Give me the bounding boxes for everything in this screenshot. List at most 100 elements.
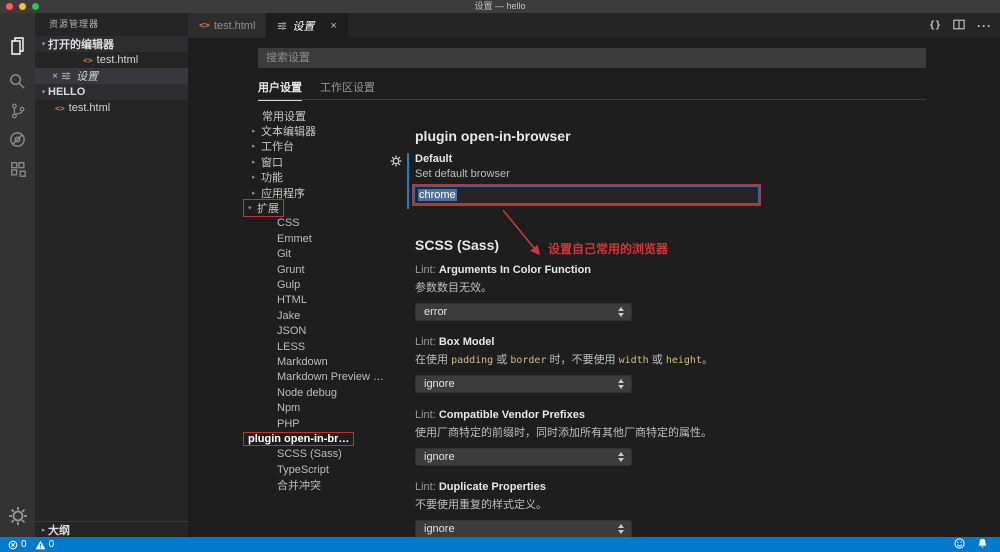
setting-description: Set default browser xyxy=(415,168,775,180)
open-editor-item-settings[interactable]: × 设置 xyxy=(35,68,188,84)
settings-tree-item[interactable]: ▸工作台 xyxy=(248,139,418,154)
lint-value-select[interactable]: ignore xyxy=(415,448,632,466)
settings-tree-item[interactable]: ▸应用程序 xyxy=(248,185,418,200)
settings-tree-item[interactable]: Node debug xyxy=(248,385,418,400)
modified-setting-indicator xyxy=(407,153,409,209)
notifications-bell-icon[interactable] xyxy=(977,538,988,552)
explorer-files-icon[interactable] xyxy=(0,31,35,59)
settings-tree-item[interactable]: LESS xyxy=(248,339,418,354)
settings-tree-item[interactable]: SCSS (Sass) xyxy=(248,447,418,462)
tab-settings[interactable]: 设置 × xyxy=(266,13,347,38)
select-updown-icon xyxy=(618,452,624,462)
tab-testhtml[interactable]: <> test.html xyxy=(188,13,266,38)
default-browser-input[interactable]: chrome xyxy=(414,186,759,204)
tree-item-label: Markdown xyxy=(277,356,328,368)
plugin-section-heading: plugin open-in-browser xyxy=(415,128,571,144)
settings-tree-item[interactable]: ▸文本编辑器 xyxy=(248,123,418,138)
settings-tree-item[interactable]: JSON xyxy=(248,323,418,338)
tree-item-label: JSON xyxy=(277,325,306,337)
tree-item-label: 扩展 xyxy=(257,200,279,216)
settings-tree-item[interactable]: Markdown Preview … xyxy=(248,370,418,385)
search-icon[interactable] xyxy=(0,67,35,95)
settings-panel: plugin open-in-browser Default Set defau… xyxy=(415,13,955,537)
feedback-smiley-icon[interactable] xyxy=(954,538,965,552)
debug-icon[interactable] xyxy=(0,125,35,153)
tree-item-label: PHP xyxy=(277,418,300,430)
more-actions-icon[interactable]: ··· xyxy=(977,19,992,33)
settings-tree-item[interactable]: PHP xyxy=(248,416,418,431)
tab-user-settings[interactable]: 用户设置 xyxy=(258,79,302,101)
tree-collapsed-icon: ▸ xyxy=(252,142,261,150)
tab-workspace-settings[interactable]: 工作区设置 xyxy=(320,79,375,101)
tree-item-label: Gulp xyxy=(277,279,300,291)
annotation-note: 设置自己常用的浏览器 xyxy=(548,240,668,257)
code-token: border xyxy=(510,355,546,366)
tree-item-label: Npm xyxy=(277,402,300,414)
tree-item-label: Markdown Preview … xyxy=(277,371,384,383)
tree-item-label: TypeScript xyxy=(277,464,329,476)
settings-tree-item[interactable]: plugin open-in-br… xyxy=(248,431,418,446)
file-item-testhtml[interactable]: <> test.html xyxy=(35,100,188,116)
folder-section-header[interactable]: ▾ HELLO xyxy=(35,84,188,100)
tree-item-label: CSS xyxy=(277,217,300,229)
open-editor-item-testhtml[interactable]: <> test.html xyxy=(35,52,188,68)
tree-item-label: 功能 xyxy=(261,169,283,185)
tree-item-label: 合并冲突 xyxy=(277,477,321,493)
select-value: error xyxy=(424,306,447,318)
tree-item-label: plugin open-in-br… xyxy=(248,433,349,445)
error-icon xyxy=(8,540,18,550)
lint-setting-block: Lint: Compatible Vendor Prefixes使用厂商特定的前… xyxy=(415,409,835,466)
settings-tree-item[interactable]: TypeScript xyxy=(248,462,418,477)
settings-tree-item[interactable]: Git xyxy=(248,247,418,262)
lint-setting-name: Lint: Box Model xyxy=(415,336,835,348)
settings-tree-item[interactable]: Jake xyxy=(248,308,418,323)
settings-tree-item[interactable]: Emmet xyxy=(248,231,418,246)
activity-bar xyxy=(0,13,35,537)
settings-tree-item[interactable]: ▾扩展 xyxy=(248,200,418,215)
outline-section-header[interactable]: ▸ 大纲 xyxy=(35,521,188,537)
close-tab-icon[interactable]: × xyxy=(330,20,336,32)
vscode-window: 设置 — hello xyxy=(0,0,1000,552)
settings-tree-item[interactable]: Grunt xyxy=(248,262,418,277)
settings-scope-tabs: 用户设置 工作区设置 xyxy=(258,79,375,101)
code-token: height xyxy=(666,355,702,366)
select-updown-icon xyxy=(618,379,624,389)
source-control-icon[interactable] xyxy=(0,97,35,125)
close-icon[interactable]: × xyxy=(49,71,61,82)
errors-status[interactable]: 0 xyxy=(8,539,27,550)
tree-item-label: Git xyxy=(277,248,291,260)
settings-tree-item[interactable]: 合并冲突 xyxy=(248,477,418,492)
settings-tree-item[interactable]: Npm xyxy=(248,400,418,415)
lint-value-select[interactable]: error xyxy=(415,303,632,321)
select-updown-icon xyxy=(618,307,624,317)
tree-item-label: Emmet xyxy=(277,233,312,245)
lint-value-select[interactable]: ignore xyxy=(415,520,632,538)
status-bar: 0 0 xyxy=(0,537,1000,552)
window-title: 设置 — hello xyxy=(0,0,1000,13)
settings-tree-item[interactable]: Gulp xyxy=(248,277,418,292)
extensions-icon[interactable] xyxy=(0,155,35,183)
lint-value-select[interactable]: ignore xyxy=(415,375,632,393)
scss-section-heading: SCSS (Sass) xyxy=(415,237,499,253)
settings-tree-item[interactable]: CSS xyxy=(248,216,418,231)
html-code-icon: <> xyxy=(55,104,65,113)
settings-tree-item[interactable]: Markdown xyxy=(248,354,418,369)
select-value: ignore xyxy=(424,451,455,463)
html-code-icon: <> xyxy=(83,56,93,65)
lint-setting-description: 在使用 padding 或 border 时，不要使用 width 或 heig… xyxy=(415,351,835,367)
tree-item-label: Node debug xyxy=(277,387,337,399)
tree-item-label: 窗口 xyxy=(261,154,283,170)
warnings-status[interactable]: 0 xyxy=(35,539,55,550)
edit-setting-gear-icon[interactable] xyxy=(390,154,402,172)
tree-collapsed-icon: ▸ xyxy=(252,189,261,197)
manage-gear-icon[interactable] xyxy=(0,502,35,530)
code-token: width xyxy=(619,355,649,366)
lint-setting-name: Lint: Compatible Vendor Prefixes xyxy=(415,409,835,421)
settings-tree-item[interactable]: HTML xyxy=(248,293,418,308)
settings-tree-item[interactable]: 常用设置 xyxy=(248,108,418,123)
annotation-arrow xyxy=(495,205,555,268)
lint-setting-name: Lint: Arguments In Color Function xyxy=(415,264,835,276)
setting-name-default: Default xyxy=(415,153,775,165)
open-editors-section-header[interactable]: ▾ 打开的编辑器 xyxy=(35,36,188,52)
titlebar: 设置 — hello xyxy=(0,0,1000,13)
